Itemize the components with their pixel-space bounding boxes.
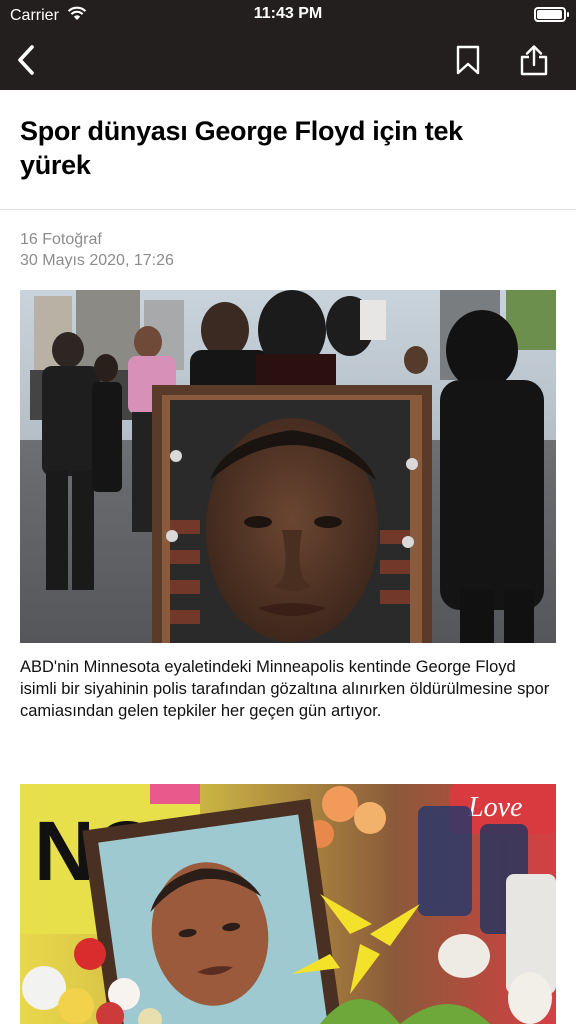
protest-photo-illustration bbox=[20, 290, 556, 643]
navigation-bar bbox=[0, 30, 576, 90]
share-button[interactable] bbox=[514, 40, 554, 80]
sign-love-text: Love bbox=[467, 792, 522, 823]
chevron-left-icon bbox=[18, 45, 34, 75]
gallery-photo-1[interactable] bbox=[20, 290, 556, 643]
bookmark-button[interactable] bbox=[448, 40, 488, 80]
battery-icon bbox=[534, 7, 569, 22]
gallery-photo-2[interactable]: NO Love bbox=[20, 784, 556, 1024]
photo-count: 16 Fotoğraf bbox=[20, 231, 102, 248]
article-title: Spor dünyası George Floyd için tek yürek bbox=[20, 116, 463, 180]
status-time: 11:43 PM bbox=[253, 5, 323, 22]
photo-caption: ABD'nin Minnesota eyaletindeki Minneapol… bbox=[20, 658, 550, 720]
back-button[interactable] bbox=[6, 40, 46, 80]
status-bar: Carrier 11:43 PM bbox=[0, 0, 576, 30]
publish-date: 30 Mayıs 2020, 17:26 bbox=[20, 252, 174, 269]
memorial-photo-illustration: NO Love bbox=[20, 784, 556, 1024]
divider bbox=[0, 209, 576, 210]
share-icon bbox=[520, 45, 548, 76]
bookmark-icon bbox=[456, 45, 480, 75]
battery-level bbox=[537, 10, 562, 19]
